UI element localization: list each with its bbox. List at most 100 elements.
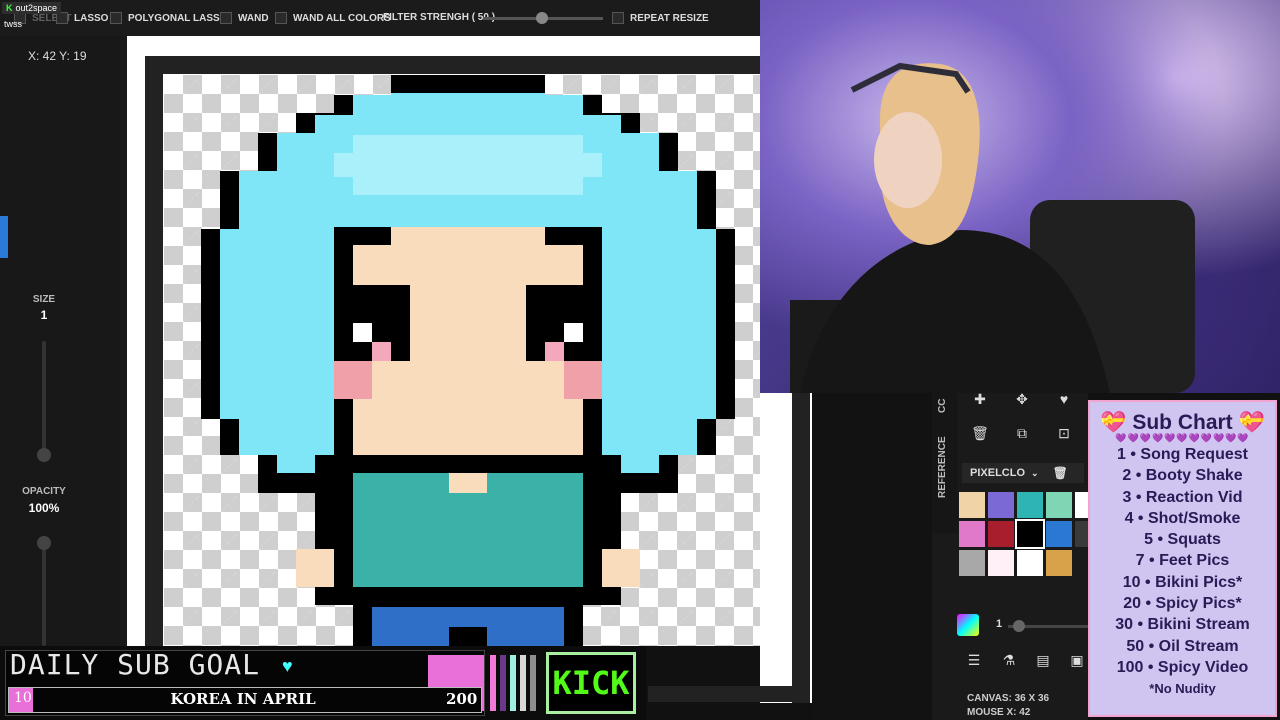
add-icon[interactable]: ✚ — [968, 387, 992, 411]
kick-logo: KICK — [546, 652, 636, 714]
color-swatch[interactable] — [1015, 519, 1045, 549]
heart-icon[interactable]: ♥ — [1052, 387, 1076, 411]
polygonal-lasso-label: POLYGONAL LASSO — [128, 12, 228, 24]
wand-label: WAND — [238, 12, 269, 24]
decor-stripe — [500, 655, 506, 711]
color-swatch[interactable] — [1075, 521, 1088, 547]
wand-tool[interactable]: WAND — [220, 12, 269, 24]
color-swatch[interactable] — [1046, 521, 1072, 547]
left-tool-panel: SIZE 1 OPACITY 100% — [0, 36, 127, 646]
wand-all-colors-label: WAND ALL COLORS — [293, 12, 391, 24]
color-swatch[interactable] — [1075, 492, 1088, 518]
drawing-canvas[interactable] — [127, 36, 760, 646]
lock-icon[interactable]: ⊡ — [1052, 421, 1076, 445]
color-swatch[interactable] — [988, 492, 1014, 518]
side-tab[interactable] — [0, 216, 8, 258]
list-item: 50 • Oil Stream — [1126, 637, 1239, 655]
list-item: 1 • Song Request — [1117, 446, 1248, 463]
duplicate-icon[interactable]: ⧉ — [1010, 421, 1034, 445]
size-label: SIZE — [32, 294, 56, 305]
polygonal-lasso-checkbox[interactable] — [110, 12, 122, 24]
wand-all-colors-checkbox[interactable] — [275, 12, 287, 24]
list-item: 30 • Bikini Stream — [1115, 616, 1250, 634]
brush-size-knob[interactable] — [1013, 620, 1025, 632]
move-up-icon[interactable]: ✥ — [1010, 387, 1034, 411]
wand-all-colors-tool[interactable]: WAND ALL COLORS — [275, 12, 391, 24]
sub-chart-title-text: Sub Chart — [1132, 411, 1233, 434]
canvas-info: CANVAS: 36 X 36 MOUSE X: 42 — [967, 692, 1049, 720]
cursor-coordinates: X: 42 Y: 19 — [28, 49, 87, 63]
chevron-down-icon: ⌄ — [1031, 467, 1039, 478]
flask-icon[interactable]: ⚗ — [997, 648, 1021, 672]
canvas-border-right — [772, 393, 810, 703]
hearts-divider: 💜💜💜💜💜💜💜💜💜💜💜 — [1115, 433, 1250, 443]
list-item: 5 • Squats — [1144, 531, 1221, 549]
list-item: 2 • Booty Shake — [1122, 467, 1243, 485]
sub-chart-panel: 💝 Sub Chart 💝 💜💜💜💜💜💜💜💜💜💜💜 1 • Song Reque… — [1088, 400, 1277, 717]
color-swatch[interactable] — [959, 492, 985, 518]
size-slider-knob[interactable] — [37, 448, 51, 462]
file-icon[interactable]: ▤ — [1031, 648, 1055, 672]
heart-icon: ♥ — [282, 656, 293, 676]
lasso-label: LASSO — [74, 12, 109, 24]
canvas-border-bottom — [648, 686, 792, 702]
canvas-border-left — [145, 56, 163, 646]
opacity-slider-knob[interactable] — [37, 536, 51, 550]
list-item: 20 • Spicy Pics* — [1123, 595, 1242, 613]
opacity-label: OPACITY — [22, 486, 66, 497]
color-picker-icon[interactable] — [957, 614, 979, 636]
webcam-feed — [760, 0, 1280, 393]
color-swatch[interactable] — [959, 521, 985, 547]
list-item: 3 • Reaction Vid — [1122, 488, 1243, 506]
opacity-value: 100% — [28, 501, 60, 515]
list-item: 10 • Bikini Pics* — [1122, 573, 1243, 591]
lasso-tool[interactable]: LASSO — [56, 12, 108, 24]
canvas-size-text: CANVAS: 36 X 36 — [967, 693, 1050, 704]
color-swatch[interactable] — [988, 550, 1014, 576]
repeat-resize-toggle[interactable]: REPEAT RESIZE — [612, 12, 709, 24]
chat-username: out2space — [15, 3, 58, 13]
repeat-resize-label: REPEAT RESIZE — [630, 12, 709, 24]
polygonal-lasso-tool[interactable]: POLYGONAL LASSO — [110, 12, 227, 24]
palette-name: PIXELCLO — [970, 467, 1026, 479]
heart-gift-icon: 💝 — [1238, 411, 1265, 434]
tab-reference[interactable]: REFERENCE — [937, 436, 948, 498]
chat-badge: Kout2space — [2, 2, 62, 14]
size-slider[interactable] — [42, 341, 46, 461]
filter-strength-knob[interactable] — [536, 12, 548, 24]
side-tabs: CC REFERENCE — [932, 393, 958, 533]
pixel-art-character — [201, 75, 735, 646]
mouse-position-text: MOUSE X: 42 — [967, 707, 1031, 718]
decor-stripe — [530, 655, 536, 711]
heart-gift-icon: 💝 — [1100, 411, 1127, 434]
delete-palette-icon[interactable]: 🗑 — [1053, 466, 1068, 480]
list-icon[interactable]: ☰ — [962, 648, 986, 672]
image-icon[interactable]: ▣ — [1065, 648, 1089, 672]
palette-select[interactable]: PIXELCLO ⌄ 🗑 — [962, 463, 1084, 483]
wand-checkbox[interactable] — [220, 12, 232, 24]
sub-chart-note: *No Nudity — [1149, 681, 1216, 697]
decor-stripe — [490, 655, 496, 711]
color-swatch[interactable] — [1046, 492, 1072, 518]
brush-size-value: 1 — [996, 618, 1003, 630]
filter-strength-label: FILTER STRENGH ( 50 ) — [383, 12, 496, 23]
kick-chat-icon: K — [6, 3, 13, 13]
color-swatch[interactable] — [988, 521, 1014, 547]
color-swatch[interactable] — [1046, 550, 1072, 576]
color-swatch[interactable] — [1017, 492, 1043, 518]
trash-icon[interactable]: 🗑 — [968, 421, 992, 445]
workspace-background — [812, 393, 932, 720]
sub-goal-target: 200 — [446, 690, 478, 708]
repeat-resize-checkbox[interactable] — [612, 12, 624, 24]
color-swatch[interactable] — [1017, 550, 1043, 576]
sub-chart-list: 1 • Song Request 2 • Booty Shake 3 • Rea… — [1090, 444, 1275, 678]
tab-layers[interactable]: CC — [937, 399, 948, 413]
size-value: 1 — [40, 308, 48, 322]
decor-stripe — [520, 655, 526, 711]
sub-goal-title: DAILY SUB GOAL — [10, 648, 261, 681]
color-swatch[interactable] — [959, 550, 985, 576]
opacity-slider[interactable] — [42, 536, 46, 646]
sub-goal-current: 10 — [14, 690, 32, 706]
streamer-silhouette — [790, 62, 1195, 393]
transparency-grid — [164, 75, 760, 646]
